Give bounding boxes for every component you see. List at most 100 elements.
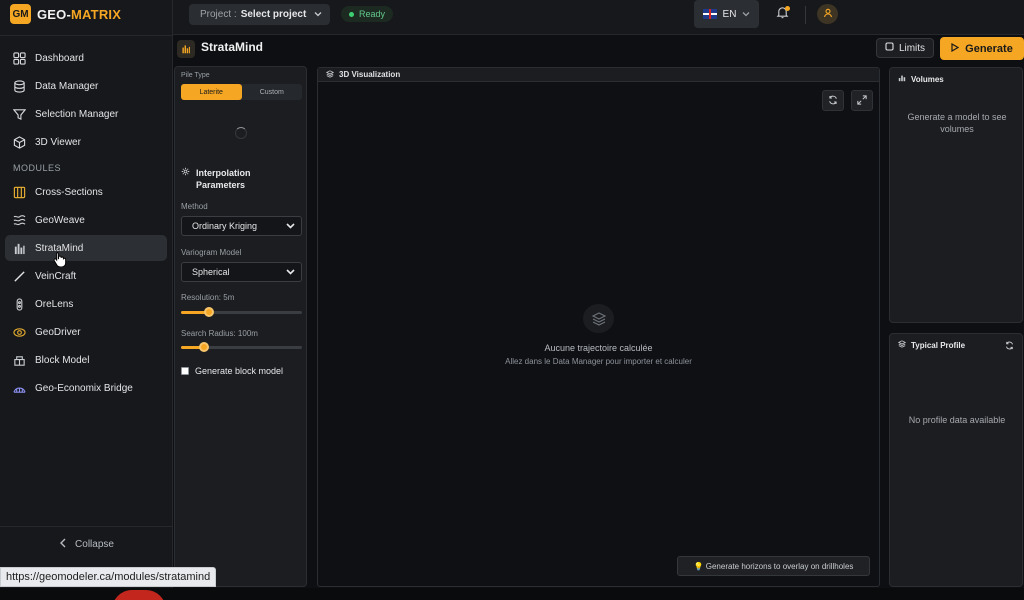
sidebar-item-data-manager[interactable]: Data Manager <box>5 73 167 99</box>
variogram-label: Variogram Model <box>181 248 242 257</box>
page-header: StrataMind Limits Generate <box>173 36 1024 62</box>
pile-type-label: Pile Type <box>181 72 210 79</box>
status-text: Ready <box>359 9 386 19</box>
sidebar-item-label: 3D Viewer <box>35 136 81 148</box>
status-url-tooltip: https://geomodeler.ca/modules/stratamind <box>0 567 217 587</box>
strata-icon <box>177 40 195 58</box>
parameters-panel: Pile Type Laterite Custom Interpolation … <box>174 66 307 587</box>
sidebar-item-label: Dashboard <box>35 52 84 64</box>
collapse-button[interactable]: Collapse <box>0 526 173 562</box>
driver-icon <box>13 326 26 339</box>
volumes-empty-message: Generate a model to see volumes <box>907 112 1007 134</box>
variogram-value: Spherical <box>192 267 230 277</box>
volumes-panel: Volumes Generate a model to see volumes <box>889 67 1023 323</box>
empty-state-title: Aucune trajectoire calculée <box>544 343 653 353</box>
visualization-header: 3D Visualization <box>318 68 879 82</box>
pile-type-laterite-button[interactable]: Laterite <box>181 84 242 100</box>
sidebar-item-label: Cross-Sections <box>35 186 103 198</box>
method-label: Method <box>181 202 208 211</box>
block-model-label: Generate block model <box>195 366 284 376</box>
block-model-option[interactable]: Generate block model <box>181 366 283 376</box>
bar-chart-icon <box>898 74 906 84</box>
user-icon <box>823 5 833 23</box>
slider-thumb[interactable] <box>198 342 209 352</box>
refresh-profile-button[interactable] <box>1004 341 1014 351</box>
sidebar-item-geo-economix-bridge[interactable]: Geo-Economix Bridge <box>5 375 167 401</box>
layers-icon <box>583 304 614 333</box>
chevron-down-icon <box>742 9 750 20</box>
overlay-hint: 💡 Generate horizons to overlay on drillh… <box>677 556 870 576</box>
project-selector[interactable]: Project : Select project <box>189 4 330 25</box>
layers-icon <box>897 340 907 350</box>
project-value: Select project <box>240 9 307 20</box>
divider <box>805 6 806 24</box>
logo-badge: GM <box>10 4 31 24</box>
expand-icon <box>857 92 867 110</box>
sidebar-item-cross-sections[interactable]: Cross-Sections <box>5 179 167 205</box>
hand-cursor-icon <box>53 251 67 268</box>
block-model-checkbox[interactable] <box>181 367 189 375</box>
fullscreen-button[interactable] <box>851 90 873 111</box>
visualization-panel[interactable]: 3D Visualization Aucune trajectoire calc… <box>317 67 880 587</box>
slider-thumb[interactable] <box>203 307 214 317</box>
sidebar-item-block-model[interactable]: Block Model <box>5 347 167 373</box>
layers-icon <box>325 69 335 80</box>
volumes-title: Volumes <box>911 74 944 84</box>
sidebar-item-label: OreLens <box>35 298 74 310</box>
typical-profile-title: Typical Profile <box>911 340 966 350</box>
interpolation-title: Interpolation Parameters <box>196 168 251 190</box>
resolution-label: Resolution: 5m <box>181 293 235 302</box>
reset-view-button[interactable] <box>822 90 844 111</box>
settings-icon <box>181 167 190 191</box>
sidebar-item-veincraft[interactable]: VeinCraft <box>5 263 167 289</box>
sidebar-item-3d-viewer[interactable]: 3D Viewer <box>5 129 167 155</box>
language-selector[interactable]: EN <box>694 0 759 28</box>
status-dot <box>349 11 354 17</box>
sidebar-item-label: Block Model <box>35 354 90 366</box>
chevron-down-icon <box>286 267 295 277</box>
limits-button[interactable]: Limits <box>876 38 934 58</box>
sidebar-item-stratamind[interactable]: StrataMind <box>5 235 167 261</box>
project-label: Project : <box>200 9 237 20</box>
sidebar-item-orelens[interactable]: OreLens <box>5 291 167 317</box>
limits-label: Limits <box>898 42 926 54</box>
sidebar-item-label: Geo-Economix Bridge <box>35 382 133 394</box>
filter-icon <box>13 108 26 121</box>
chevron-left-icon <box>59 538 67 551</box>
resolution-slider[interactable] <box>181 307 302 317</box>
app-root: GM GEO-MATRIX Dashboard Data Manager Sel… <box>0 0 1024 600</box>
bridge-icon <box>13 382 26 395</box>
strata-icon <box>13 242 26 255</box>
logo-text-a: GEO- <box>37 6 72 22</box>
modules-section-label: MODULES <box>13 163 62 173</box>
sidebar-item-geodriver[interactable]: GeoDriver <box>5 319 167 345</box>
play-icon <box>951 42 960 55</box>
interpolation-heading: Interpolation Parameters <box>181 167 301 191</box>
sidebar-item-label: VeinCraft <box>35 270 77 282</box>
cross-sections-icon <box>13 186 26 199</box>
topbar: Project : Select project Ready EN <box>173 0 1024 35</box>
logo-text-b: MATRIX <box>71 6 122 22</box>
logo[interactable]: GM GEO-MATRIX <box>10 4 121 24</box>
pile-type-toggle: Laterite Custom <box>181 84 302 100</box>
search-radius-slider[interactable] <box>181 342 302 352</box>
sidebar-item-dashboard[interactable]: Dashboard <box>5 45 167 71</box>
method-select[interactable]: Ordinary Kriging <box>181 216 302 236</box>
pile-type-custom-button[interactable]: Custom <box>242 84 303 100</box>
chevron-down-icon <box>314 9 322 20</box>
sidebar-item-geoweave[interactable]: GeoWeave <box>5 207 167 233</box>
grid-icon <box>13 51 26 65</box>
search-radius-label: Search Radius: 100m <box>181 329 258 338</box>
waves-icon <box>13 214 26 227</box>
typical-profile-header: Typical Profile <box>897 340 966 350</box>
notifications-button[interactable] <box>773 6 791 24</box>
user-avatar-button[interactable] <box>817 4 838 24</box>
sidebar-item-label: GeoDriver <box>35 326 81 338</box>
generate-button[interactable]: Generate <box>940 37 1024 60</box>
variogram-select[interactable]: Spherical <box>181 262 302 282</box>
sidebar-item-selection-manager[interactable]: Selection Manager <box>5 101 167 127</box>
logo-text: GEO-MATRIX <box>37 7 121 22</box>
typical-profile-panel: Typical Profile No profile data availabl… <box>889 333 1023 587</box>
empty-state-subtitle: Allez dans le Data Manager pour importer… <box>505 357 692 366</box>
refresh-icon <box>828 92 838 110</box>
